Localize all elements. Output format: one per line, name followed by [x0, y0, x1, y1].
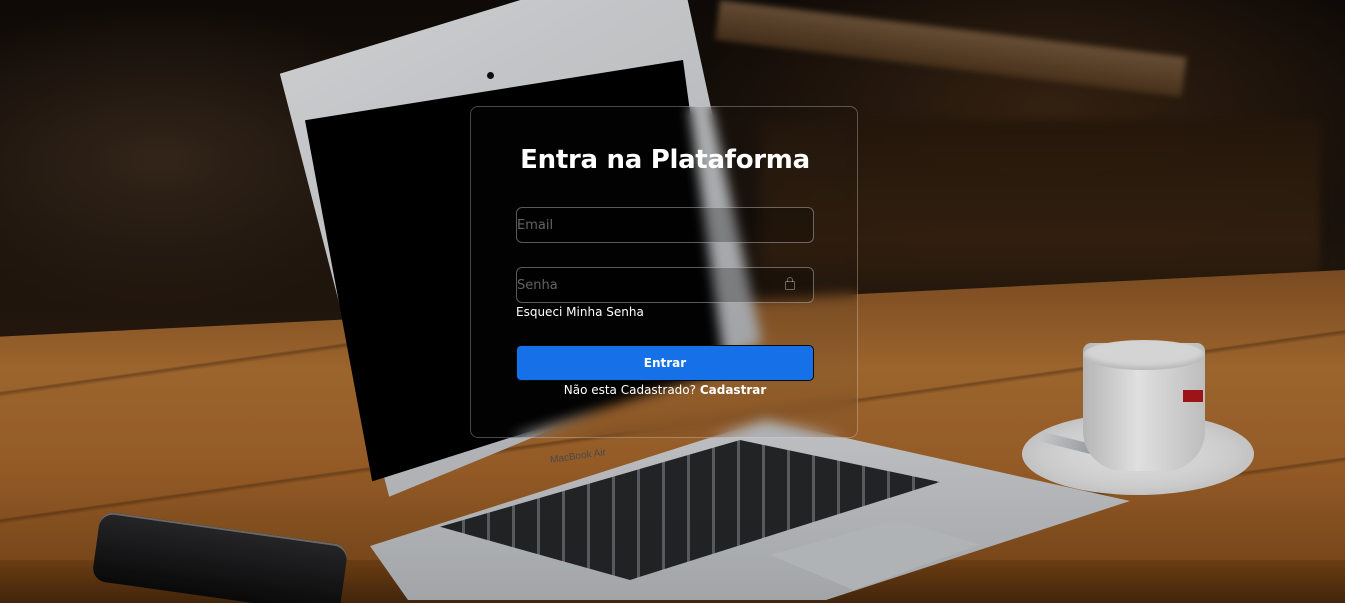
lock-icon	[785, 277, 795, 290]
password-field[interactable]	[516, 267, 814, 303]
signup-prompt: Não esta Cadastrado?	[563, 383, 697, 397]
login-page: MacBook Air Entra na Plataforma Esqueci …	[0, 0, 1345, 603]
login-card: Entra na Plataforma Esqueci Minha Senha …	[470, 106, 858, 438]
signup-line: Não esta Cadastrado? Cadastrar	[471, 383, 859, 397]
login-button[interactable]: Entrar	[516, 345, 814, 381]
email-input[interactable]	[517, 208, 813, 242]
password-input[interactable]	[517, 268, 813, 302]
forgot-password-link[interactable]: Esqueci Minha Senha	[516, 305, 644, 319]
signup-link[interactable]: Cadastrar	[700, 383, 766, 397]
email-field[interactable]	[516, 207, 814, 243]
login-title: Entra na Plataforma	[520, 145, 810, 175]
